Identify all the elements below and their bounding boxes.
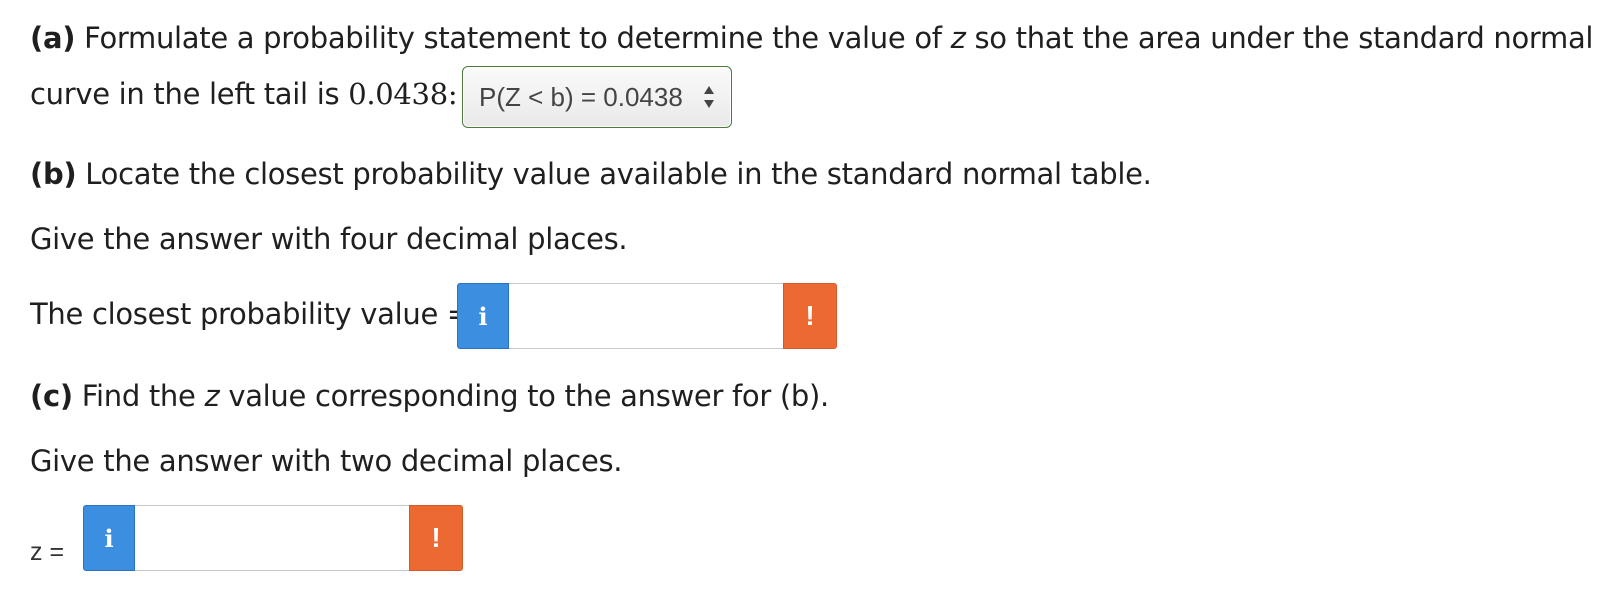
question-c-line: (c) Find the z value corresponding to th…	[30, 378, 829, 414]
question-b-instruction: Give the answer with four decimal places…	[30, 222, 628, 256]
question-c-label: (c)	[30, 379, 73, 413]
question-c-instruction: Give the answer with two decimal places.	[30, 444, 623, 478]
warning-icon[interactable]: !	[783, 283, 837, 349]
question-c-text-after: value corresponding to the answer for (b…	[219, 379, 829, 413]
colon: :	[447, 77, 458, 111]
probability-statement-select[interactable]: P(Z < b) = 0.0438	[462, 66, 732, 128]
select-value: P(Z < b) = 0.0438	[479, 81, 683, 112]
question-b-label: (b)	[30, 157, 77, 191]
info-icon[interactable]: i	[83, 505, 135, 571]
z-value-input[interactable]	[135, 505, 409, 571]
closest-probability-prompt: The closest probability value =	[30, 297, 471, 331]
tail-area-value: 0.0438	[348, 77, 448, 111]
warning-icon[interactable]: !	[409, 505, 463, 571]
variable-z: z	[204, 379, 220, 413]
question-a-label: (a)	[30, 21, 76, 55]
question-a-text-line2: curve in the left tail is	[30, 77, 349, 111]
question-a-text: Formulate a probability statement to det…	[75, 21, 951, 55]
question-c-text-before: Find the	[72, 379, 205, 413]
question-a-line1: (a) Formulate a probability statement to…	[30, 20, 1593, 56]
variable-z: z	[950, 21, 966, 55]
question-b-text: Locate the closest probability value ava…	[76, 157, 1152, 191]
select-arrows-icon	[703, 84, 715, 112]
question-a-text-end: so that the area under the standard norm…	[965, 21, 1594, 55]
closest-probability-answer: i !	[457, 283, 837, 349]
question-a-line2: curve in the left tail is 0.0438:	[30, 76, 458, 112]
closest-probability-input[interactable]	[509, 283, 783, 349]
z-prompt: z =	[30, 538, 65, 566]
info-icon[interactable]: i	[457, 283, 509, 349]
z-value-answer: i !	[83, 505, 463, 571]
question-b-line: (b) Locate the closest probability value…	[30, 156, 1152, 192]
